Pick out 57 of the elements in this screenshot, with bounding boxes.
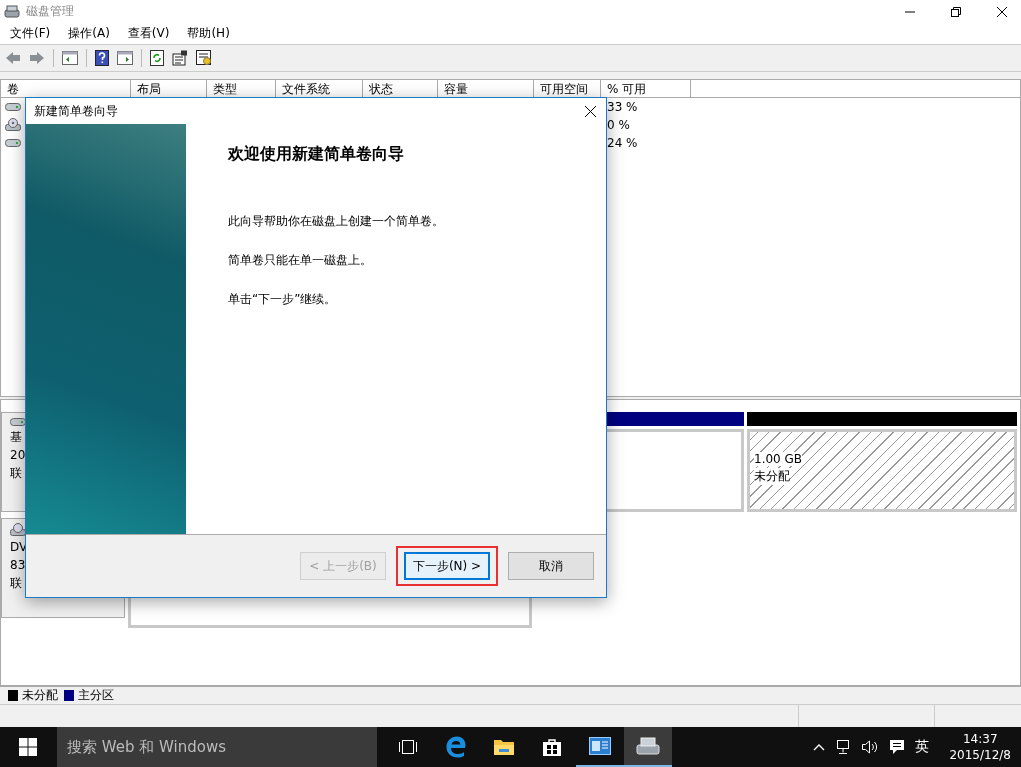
disk-label: 20	[10, 448, 27, 463]
disk-drive-icon	[10, 417, 26, 427]
task-view-icon	[398, 739, 418, 755]
help-icon[interactable]	[95, 50, 109, 66]
settings-icon[interactable]	[196, 50, 212, 66]
app-window-icon	[589, 737, 611, 755]
forward-arrow-icon[interactable]	[29, 51, 45, 65]
shopping-bag-icon	[542, 737, 562, 757]
menu-item[interactable]: 操作(A)	[68, 25, 110, 42]
cd-drive-icon	[5, 118, 21, 132]
table-cell: 0 %	[607, 118, 630, 132]
table-cell: 24 %	[607, 136, 638, 150]
wizard-text: 简单卷只能在单一磁盘上。	[228, 252, 373, 269]
search-field[interactable]: 搜索 Web 和 Windows	[57, 727, 377, 767]
disk-label: 联	[10, 466, 23, 481]
refresh-icon[interactable]	[150, 50, 164, 66]
action-pane-icon[interactable]	[117, 51, 133, 65]
legend-label: 未分配	[22, 687, 58, 704]
clock-time[interactable]: 14:37	[962, 731, 998, 747]
wizard-heading: 欢迎使用新建简单卷向导	[228, 144, 405, 165]
input-method-indicator[interactable]: 英	[915, 738, 930, 756]
back-arrow-icon[interactable]	[5, 51, 21, 65]
legend-label: 主分区	[78, 687, 114, 704]
disk-label: 基	[10, 430, 23, 445]
disk-label: 联	[10, 576, 23, 591]
partition-text: 未分配	[754, 468, 790, 485]
chevron-up-icon[interactable]	[813, 743, 826, 751]
cd-drive-icon	[10, 523, 26, 537]
disk-drive-icon	[5, 138, 21, 148]
disk-label: 83	[10, 558, 27, 573]
next-button[interactable]: 下一步(N) >	[404, 552, 490, 580]
wizard-text: 此向导帮助你在磁盘上创建一个简单卷。	[228, 213, 444, 230]
properties-icon[interactable]	[172, 50, 188, 66]
clock-date[interactable]: 2015/12/8	[949, 747, 1011, 763]
notification-icon[interactable]	[889, 739, 906, 755]
menu-item[interactable]: 查看(V)	[127, 25, 170, 42]
folder-icon	[493, 738, 515, 756]
console-tree-icon[interactable]	[62, 51, 78, 65]
taskbar-button[interactable]	[624, 727, 672, 767]
close-icon[interactable]	[997, 6, 1007, 17]
maximize-icon[interactable]	[951, 6, 961, 17]
edge-browser-icon	[445, 736, 467, 758]
close-icon[interactable]	[585, 105, 596, 117]
disk-drive-icon	[5, 102, 21, 112]
table-cell: 33 %	[607, 100, 638, 114]
wizard-text: 单击“下一步”继续。	[228, 291, 338, 308]
menu-item[interactable]: 文件(F)	[10, 25, 51, 42]
windows-logo-icon[interactable]	[19, 738, 37, 756]
wizard-button[interactable]: 取消	[508, 552, 594, 580]
speaker-icon[interactable]	[861, 739, 880, 755]
network-icon[interactable]	[835, 739, 852, 755]
partition-text: 1.00 GB	[754, 452, 803, 466]
dialog-title: 新建简单卷向导	[34, 102, 118, 120]
window-title: 磁盘管理	[26, 3, 74, 20]
disk-drive-icon	[636, 736, 660, 756]
menu-item[interactable]: 帮助(H)	[187, 25, 230, 42]
disk-drive-icon	[4, 4, 20, 19]
